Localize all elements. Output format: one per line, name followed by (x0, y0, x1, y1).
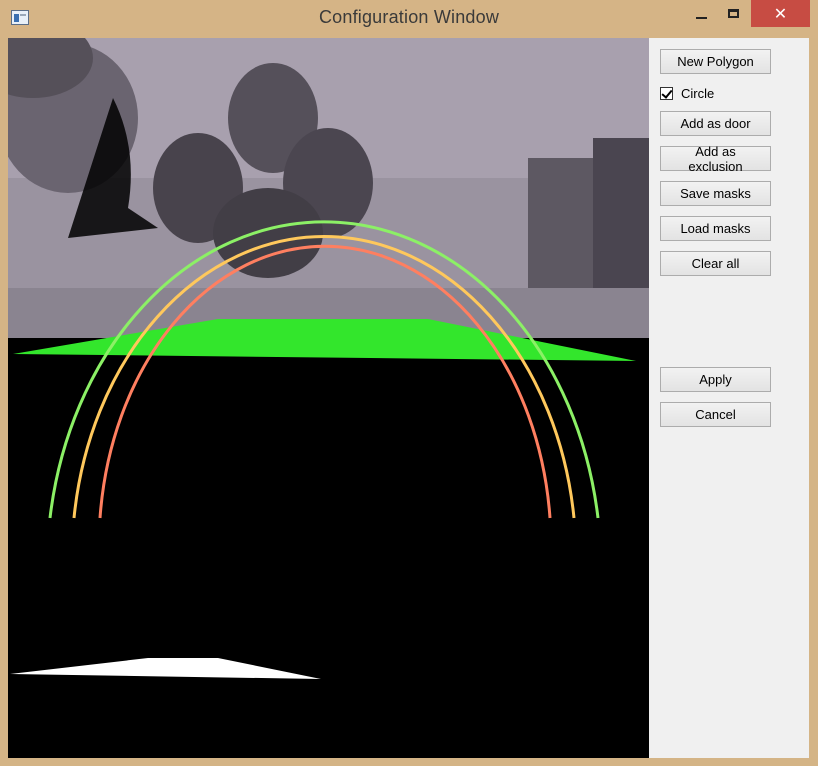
control-panel: New Polygon Circle Add as door Add as ex… (649, 38, 809, 758)
load-masks-button[interactable]: Load masks (660, 216, 771, 241)
circle-label[interactable]: Circle (681, 86, 714, 101)
add-as-door-button[interactable]: Add as door (660, 111, 771, 136)
add-as-exclusion-button[interactable]: Add as exclusion (660, 144, 771, 174)
title-bar[interactable]: Configuration Window ✕ (0, 0, 818, 38)
maximize-icon (728, 9, 739, 18)
new-polygon-button[interactable]: New Polygon (660, 49, 771, 74)
configuration-window: Configuration Window ✕ New Polygon Circl… (0, 0, 818, 766)
clear-all-button[interactable]: Clear all (660, 251, 771, 276)
cancel-button[interactable]: Cancel (660, 402, 771, 427)
minimize-icon (696, 16, 707, 19)
save-masks-button[interactable]: Save masks (660, 181, 771, 206)
circle-checkbox[interactable] (660, 86, 673, 100)
close-icon: ✕ (773, 5, 788, 23)
close-button[interactable]: ✕ (751, 0, 810, 27)
depth-view[interactable] (8, 38, 649, 758)
maximize-button[interactable] (718, 0, 749, 27)
depth-object-center-bottom (213, 188, 323, 278)
depth-image-canvas[interactable] (8, 38, 649, 758)
apply-button[interactable]: Apply (660, 367, 771, 392)
circle-checkbox-row[interactable]: Circle (660, 84, 714, 102)
minimize-button[interactable] (686, 0, 717, 27)
